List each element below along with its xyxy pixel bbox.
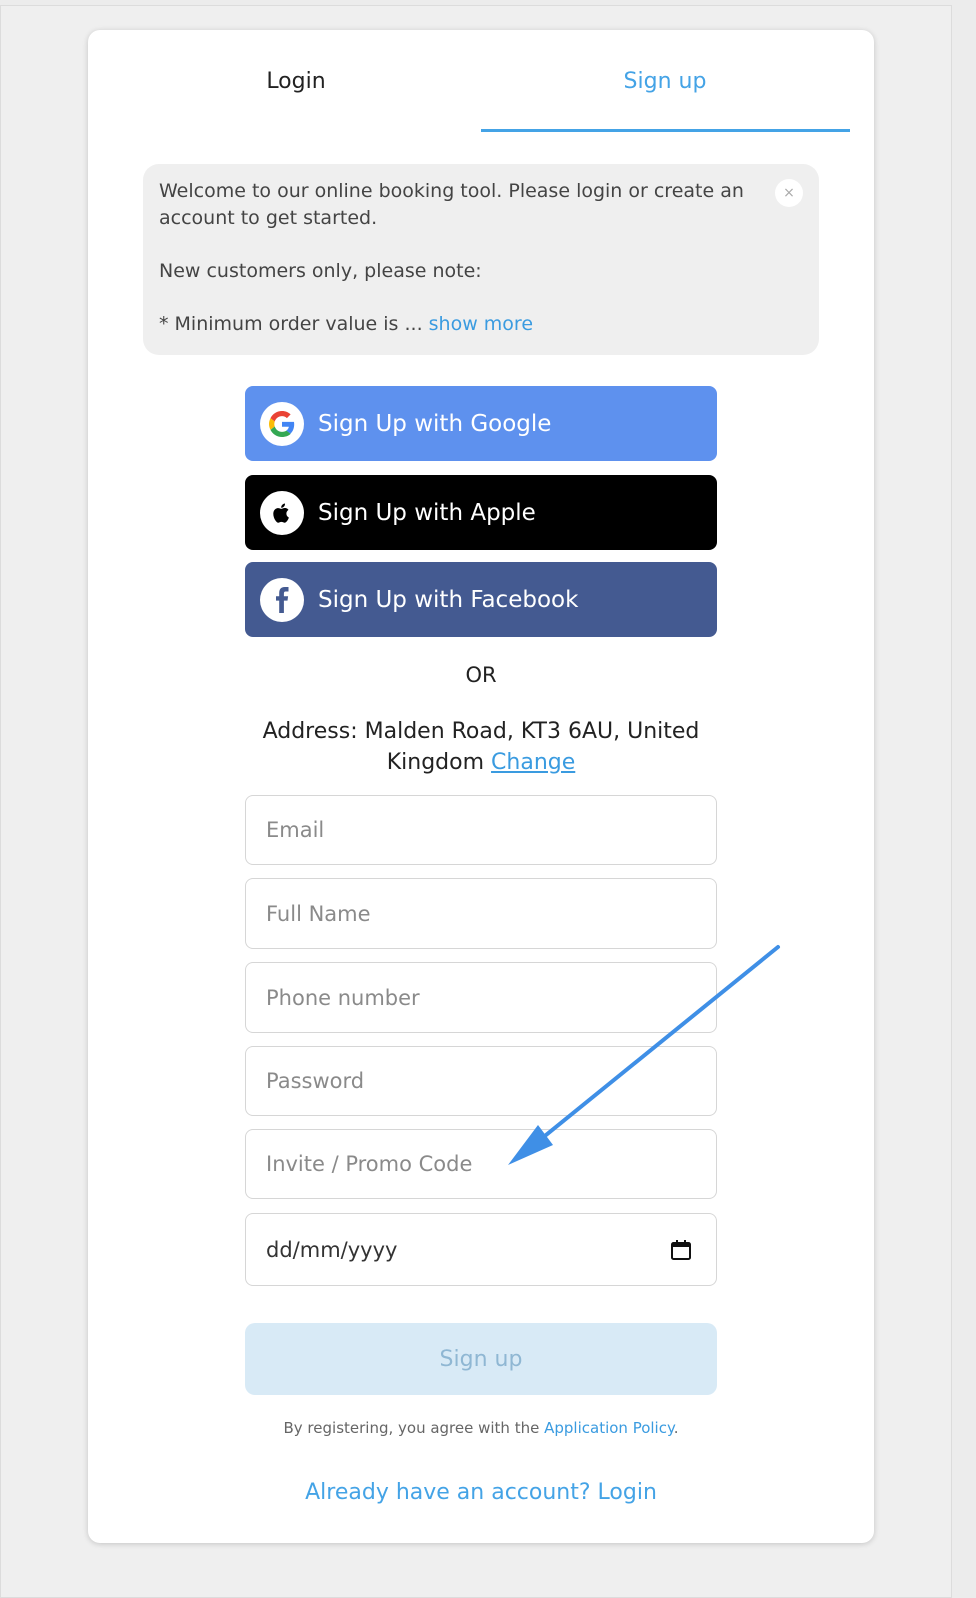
apple-signup-button[interactable]: Sign Up with Apple	[245, 475, 717, 550]
active-tab-indicator	[481, 129, 850, 132]
google-icon	[260, 401, 304, 446]
apple-icon	[260, 490, 304, 535]
tab-login[interactable]: Login	[112, 30, 480, 132]
notice-welcome-text: Welcome to our online booking tool. Plea…	[159, 180, 744, 229]
promo-code-field[interactable]	[245, 1129, 717, 1199]
phone-input[interactable]	[266, 963, 716, 1032]
close-icon: ×	[783, 184, 795, 201]
phone-field[interactable]	[245, 962, 717, 1033]
address-text: Address: Malden Road, KT3 6AU, United Ki…	[262, 719, 700, 775]
email-input[interactable]	[266, 796, 716, 864]
notice-minimum-order-line: * Minimum order value is ... show more	[159, 311, 759, 338]
welcome-notice: Welcome to our online booking tool. Plea…	[143, 164, 819, 355]
notice-new-customers-text: New customers only, please note:	[159, 260, 482, 282]
close-notice-button[interactable]: ×	[775, 179, 803, 207]
signup-submit-button[interactable]: Sign up	[245, 1323, 717, 1395]
policy-suffix: .	[673, 1419, 679, 1437]
date-of-birth-field[interactable]: dd/mm/yyyy	[245, 1213, 717, 1286]
promo-code-input[interactable]	[266, 1130, 716, 1198]
password-input[interactable]	[266, 1047, 716, 1115]
policy-text: By registering, you agree with the Appli…	[208, 1419, 754, 1437]
or-divider: OR	[465, 663, 497, 687]
policy-prefix: By registering, you agree with the	[283, 1419, 540, 1437]
auth-tabs: Login Sign up	[88, 30, 874, 132]
notice-minimum-order-text: * Minimum order value is ...	[159, 313, 423, 335]
date-input-text[interactable]: dd/mm/yyyy	[266, 1238, 397, 1262]
change-address-link[interactable]: Change	[491, 750, 575, 775]
calendar-icon[interactable]	[670, 1239, 692, 1261]
facebook-signup-button[interactable]: Sign Up with Facebook	[245, 562, 717, 637]
full-name-input[interactable]	[266, 879, 716, 948]
email-field[interactable]	[245, 795, 717, 865]
password-field[interactable]	[245, 1046, 717, 1116]
signup-card: Login Sign up Welcome to our online book…	[88, 30, 874, 1543]
facebook-signup-label: Sign Up with Facebook	[318, 586, 579, 613]
tab-signup[interactable]: Sign up	[481, 30, 849, 132]
address-line: Address: Malden Road, KT3 6AU, United Ki…	[238, 716, 724, 778]
application-policy-link[interactable]: Application Policy	[544, 1419, 674, 1437]
show-more-link[interactable]: show more	[429, 313, 533, 335]
already-have-account-link[interactable]: Already have an account? Login	[208, 1480, 754, 1505]
facebook-icon	[260, 577, 304, 622]
apple-signup-label: Sign Up with Apple	[318, 499, 536, 526]
full-name-field[interactable]	[245, 878, 717, 949]
google-signup-button[interactable]: Sign Up with Google	[245, 386, 717, 461]
google-signup-label: Sign Up with Google	[318, 410, 552, 437]
